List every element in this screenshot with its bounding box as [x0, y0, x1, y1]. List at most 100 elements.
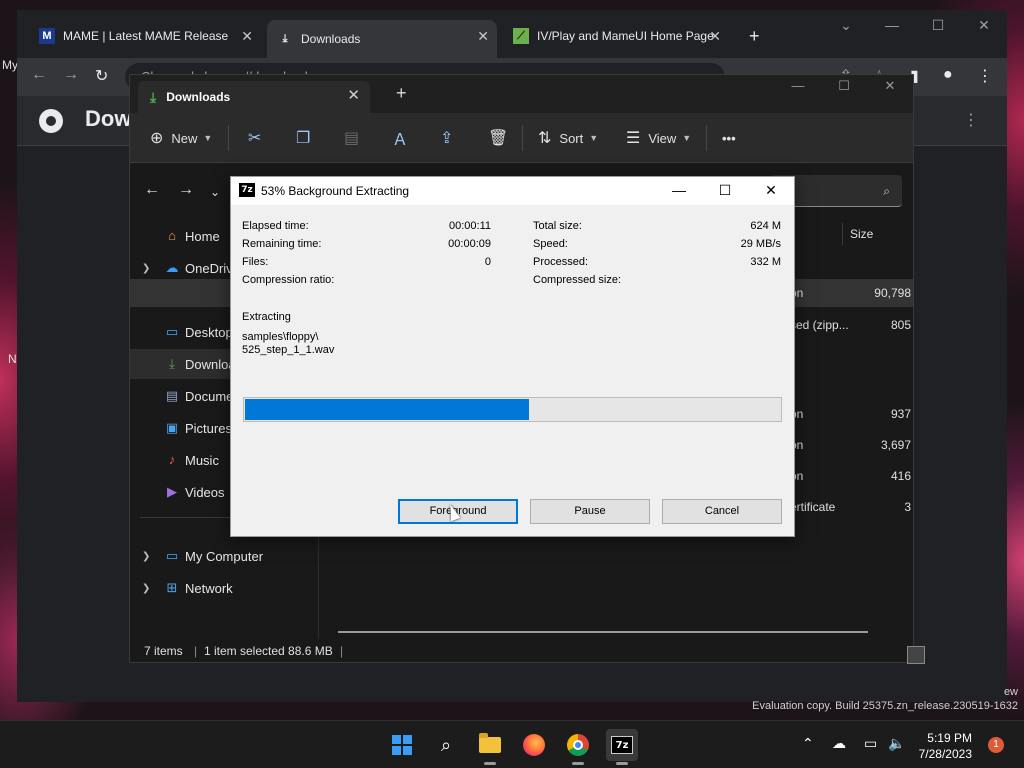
chrome-icon	[567, 734, 589, 756]
rename-button[interactable]: Ａ	[392, 113, 416, 163]
total-size-value: 624 M	[750, 220, 781, 232]
share-button[interactable]: ⇪	[440, 113, 461, 163]
taskbar: ⌕ 7z ⌃ ☁ ▭ 🔈 5:19 PM 7/28/2023 1	[0, 720, 1024, 768]
chrome-tab-downloads[interactable]: ⤓ Downloads ✕	[267, 20, 497, 58]
close-icon[interactable]: ✕	[241, 28, 253, 45]
chevron-down-icon: ▼	[203, 133, 213, 143]
back-icon[interactable]: ←	[144, 181, 160, 199]
chevron-right-icon[interactable]: ❯	[142, 263, 150, 274]
plus-icon: ⊕	[150, 130, 164, 147]
clock[interactable]: 5:19 PM 7/28/2023	[912, 730, 972, 762]
search-button[interactable]: ⌕	[430, 729, 462, 761]
maximize-icon[interactable]: ☐	[915, 10, 961, 42]
view-button[interactable]: ☰ View ▼	[626, 113, 691, 163]
progress-bar-fill	[245, 399, 529, 420]
explorer-window-controls: — ☐ ✕	[775, 75, 913, 97]
elapsed-value: 00:00:11	[448, 220, 491, 232]
chevron-up-icon[interactable]: ⌃	[802, 735, 814, 752]
row-size: 416	[890, 469, 911, 483]
back-icon[interactable]: ←	[31, 66, 47, 84]
volume-icon[interactable]: 🔈	[888, 735, 905, 752]
chrome-tab-label: MAME | Latest MAME Release	[63, 29, 229, 43]
reload-icon[interactable]: ↻	[95, 66, 108, 86]
nav-label: Network	[185, 580, 233, 596]
sort-label: Sort	[559, 130, 584, 146]
clock-time: 5:19 PM	[927, 731, 972, 745]
forward-icon[interactable]: →	[178, 181, 194, 199]
sort-icon: ⇅	[538, 130, 552, 147]
elapsed-label: Elapsed time:	[242, 220, 309, 232]
profile-icon[interactable]: ●	[943, 66, 953, 84]
taskbar-file-explorer[interactable]	[474, 729, 506, 765]
menu-icon[interactable]: ⋮	[977, 66, 993, 86]
cancel-button[interactable]: Cancel	[662, 499, 782, 524]
chrome-tab-ivplay[interactable]: ⟋ IV/Play and MameUI Home Page ✕	[503, 20, 729, 52]
divider: |	[340, 644, 344, 658]
minimize-icon[interactable]: —	[869, 10, 915, 42]
minimize-icon[interactable]: —	[775, 75, 821, 97]
more-options-button[interactable]: •••	[722, 113, 736, 163]
more-icon[interactable]: ⋮	[963, 110, 979, 130]
paste-button[interactable]: ▤	[344, 113, 367, 163]
scissors-icon: ✂	[248, 130, 262, 147]
tiles-view-icon[interactable]	[907, 646, 925, 664]
copy-button[interactable]: ❐	[296, 113, 318, 163]
maximize-icon[interactable]: ☐	[821, 75, 867, 97]
chevron-down-icon: ▼	[682, 133, 692, 143]
speed-label: Speed:	[533, 238, 568, 250]
new-tab-button[interactable]: +	[396, 83, 407, 104]
item-count: 7 items	[144, 644, 183, 658]
chevron-down-icon[interactable]: ⌄	[823, 10, 869, 42]
close-icon[interactable]: ✕	[347, 86, 360, 104]
size-header-label: Size	[850, 227, 874, 241]
close-icon[interactable]: ✕	[709, 28, 721, 45]
chrome-tabstrip: M MAME | Latest MAME Release ✕ ⤓ Downloa…	[17, 10, 1007, 58]
processed-label: Processed:	[533, 256, 589, 268]
chrome-tab-mame[interactable]: M MAME | Latest MAME Release ✕	[29, 20, 261, 52]
pause-button[interactable]: Pause	[530, 499, 650, 524]
maximize-icon[interactable]: ☐	[702, 177, 748, 203]
total-size-label: Total size:	[533, 220, 582, 232]
chevron-right-icon[interactable]: ❯	[142, 583, 150, 594]
new-button[interactable]: ⊕ New ▼	[150, 113, 212, 163]
status-bar: 7 items | 1 item selected 88.6 MB |	[130, 639, 925, 664]
divider: |	[194, 644, 198, 658]
nav-item-network[interactable]: ❯ ⊞ Network	[130, 573, 318, 603]
cut-button[interactable]: ✂	[248, 113, 269, 163]
close-icon[interactable]: ✕	[961, 10, 1007, 42]
taskbar-7zip[interactable]: 7z	[606, 729, 638, 765]
cloud-icon: ☁	[165, 260, 179, 275]
minimize-icon[interactable]: —	[656, 177, 702, 203]
dialog-title: 53% Background Extracting	[261, 184, 410, 198]
notification-badge[interactable]: 1	[988, 737, 1004, 753]
network-icon: ⊞	[166, 580, 178, 595]
chevron-down-icon[interactable]: ⌄	[210, 185, 220, 199]
network-icon[interactable]: ▭	[864, 735, 877, 752]
explorer-tab-downloads[interactable]: ⤓ Downloads ✕	[138, 81, 370, 113]
chrome-tab-label: IV/Play and MameUI Home Page	[537, 29, 714, 43]
size-column-header[interactable]: Size	[842, 223, 874, 245]
nav-label: My Computer	[185, 548, 264, 564]
taskbar-firefox[interactable]	[518, 729, 550, 761]
search-icon: ⌕	[440, 734, 452, 755]
close-icon[interactable]: ✕	[867, 75, 913, 97]
download-icon: ⤓	[282, 32, 288, 45]
close-icon[interactable]: ✕	[477, 28, 489, 45]
download-icon: ⤓	[150, 88, 157, 105]
download-icon: ⤓	[169, 356, 175, 371]
forward-icon[interactable]: →	[63, 66, 79, 84]
divider	[842, 223, 843, 245]
cloud-offline-icon[interactable]: ☁	[832, 735, 846, 752]
chevron-right-icon[interactable]: ❯	[142, 551, 150, 562]
current-path: samples\floppy\	[242, 331, 319, 343]
sort-button[interactable]: ⇅ Sort ▼	[538, 113, 598, 163]
taskbar-chrome[interactable]	[562, 729, 594, 765]
nav-item-my-computer[interactable]: ❯ ▭ My Computer	[130, 541, 318, 571]
delete-button[interactable]: 🗑	[488, 113, 516, 163]
horizontal-scrollbar[interactable]	[338, 631, 868, 633]
new-tab-button[interactable]: +	[749, 26, 760, 47]
start-button[interactable]	[386, 729, 418, 761]
explorer-tab-label: Downloads	[166, 90, 231, 104]
trash-icon: 🗑	[488, 130, 509, 147]
close-icon[interactable]: ✕	[748, 177, 794, 203]
